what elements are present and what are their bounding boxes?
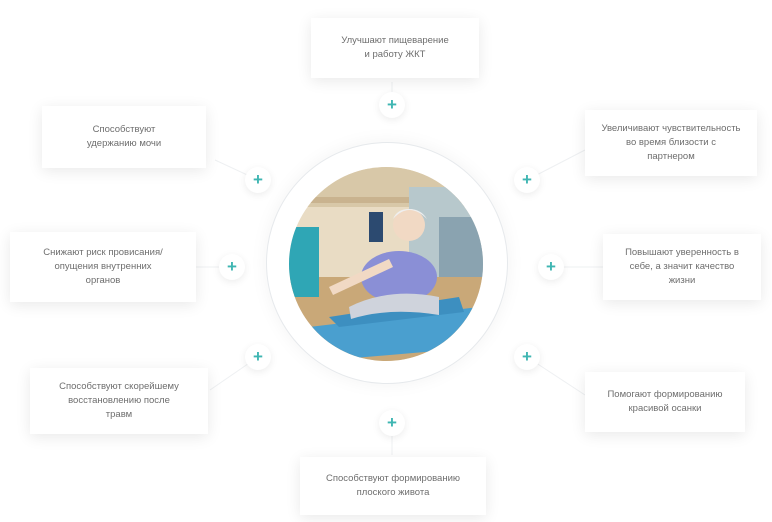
benefit-card-bottom-right: Помогают формированию красивой осанки bbox=[585, 372, 745, 432]
benefit-text-right: Повышают уверенность в себе, а значит ка… bbox=[625, 247, 739, 286]
benefit-card-top: Улучшают пищеварение и работу ЖКТ bbox=[311, 18, 479, 78]
plus-icon[interactable]: + bbox=[379, 92, 405, 118]
plus-icon[interactable]: + bbox=[514, 167, 540, 193]
center-photo bbox=[289, 167, 483, 361]
benefit-text-top: Улучшают пищеварение и работу ЖКТ bbox=[341, 35, 449, 60]
plus-icon[interactable]: + bbox=[245, 344, 271, 370]
benefit-card-top-right: Увеличивают чувствительность во время бл… bbox=[585, 110, 757, 176]
benefits-diagram: Улучшают пищеварение и работу ЖКТ Увелич… bbox=[0, 0, 772, 522]
benefit-text-bottom-left: Способствуют скорейшему восстановлению п… bbox=[59, 381, 179, 420]
benefit-card-bottom: Способствуют формированию плоского живот… bbox=[300, 457, 486, 515]
benefit-text-bottom-right: Помогают формированию красивой осанки bbox=[607, 389, 723, 414]
plus-icon[interactable]: + bbox=[538, 254, 564, 280]
benefit-card-left: Снижают риск провисания/ опущения внутре… bbox=[10, 232, 196, 302]
plus-icon[interactable]: + bbox=[219, 254, 245, 280]
benefit-text-top-left: Способствуют удержанию мочи bbox=[86, 124, 162, 149]
benefit-card-bottom-left: Способствуют скорейшему восстановлению п… bbox=[30, 368, 208, 434]
benefit-text-bottom: Способствуют формированию плоского живот… bbox=[325, 473, 461, 498]
plus-icon[interactable]: + bbox=[379, 410, 405, 436]
benefit-card-top-left: Способствуют удержанию мочи bbox=[42, 106, 206, 168]
benefit-card-right: Повышают уверенность в себе, а значит ка… bbox=[603, 234, 761, 300]
plus-icon[interactable]: + bbox=[514, 344, 540, 370]
plus-icon[interactable]: + bbox=[245, 167, 271, 193]
benefit-text-left: Снижают риск провисания/ опущения внутре… bbox=[43, 247, 163, 286]
benefit-text-top-right: Увеличивают чувствительность во время бл… bbox=[601, 123, 741, 162]
